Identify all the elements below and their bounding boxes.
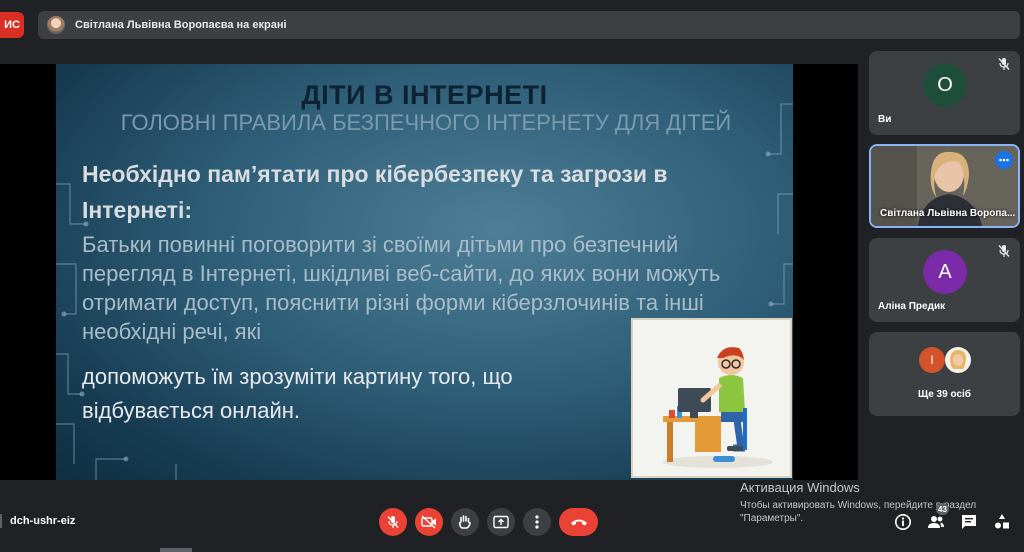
participant-tile-presenter[interactable]: Світлана Львівна Воропа... bbox=[869, 144, 1020, 228]
participant-name: Ви bbox=[878, 114, 892, 125]
boy-at-computer-illustration bbox=[631, 318, 792, 478]
more-options-icon[interactable] bbox=[995, 151, 1013, 169]
avatar bbox=[945, 347, 971, 373]
activities-icon[interactable] bbox=[993, 513, 1011, 531]
hang-up-button[interactable] bbox=[559, 508, 598, 536]
others-count-label: Ще 39 осіб bbox=[918, 389, 971, 400]
slide-conclusion-text: допоможуть їм зрозуміти картину того, що… bbox=[82, 364, 513, 423]
activation-text: Чтобы активировать Windows, перейдите в … bbox=[740, 500, 977, 524]
participant-tile-alina[interactable]: A Аліна Предик bbox=[869, 238, 1020, 322]
mic-off-icon bbox=[998, 58, 1010, 70]
presenter-avatar bbox=[47, 16, 65, 34]
slide-intro-text: Необхідно пам’ятати про кібербезпеку та … bbox=[82, 161, 668, 223]
participant-tile-self[interactable]: О Ви bbox=[869, 51, 1020, 135]
avatar: І bbox=[919, 347, 945, 373]
info-icon[interactable] bbox=[894, 513, 912, 531]
present-screen-button[interactable] bbox=[487, 508, 515, 536]
avatar: A bbox=[923, 250, 967, 294]
mic-toggle-button[interactable] bbox=[379, 508, 407, 536]
presenting-banner: Світлана Львівна Воропаєва на екрані bbox=[38, 11, 1020, 39]
chat-icon[interactable] bbox=[960, 513, 978, 531]
meeting-code: dch-ushr-eiz bbox=[10, 515, 76, 527]
raise-hand-icon bbox=[458, 515, 471, 529]
participant-name: Світлана Львівна Воропа... bbox=[880, 208, 1016, 219]
others-tile[interactable]: І Ще 39 осіб bbox=[869, 332, 1020, 416]
recording-badge: ИС bbox=[0, 12, 24, 38]
raise-hand-button[interactable] bbox=[451, 508, 479, 536]
avatar: О bbox=[923, 63, 967, 107]
mic-off-icon bbox=[998, 245, 1010, 257]
camera-toggle-button[interactable] bbox=[415, 508, 443, 536]
participant-name: Аліна Предик bbox=[878, 301, 946, 312]
presentation-slide: ДІТИ В ІНТЕРНЕТІ ГОЛОВНІ ПРАВИЛА БЕЗПЕЧН… bbox=[56, 64, 793, 480]
slide-title: ДІТИ В ІНТЕРНЕТІ bbox=[301, 80, 548, 110]
activation-title: Активация Windows bbox=[740, 480, 860, 495]
presentation-stage: ДІТИ В ІНТЕРНЕТІ ГОЛОВНІ ПРАВИЛА БЕЗПЕЧН… bbox=[0, 64, 858, 480]
mic-off-icon bbox=[387, 516, 399, 528]
present-screen-icon bbox=[493, 515, 509, 529]
camera-off-icon bbox=[421, 515, 436, 529]
divider bbox=[0, 514, 2, 528]
slide-subtitle: ГОЛОВНІ ПРАВИЛА БЕЗПЕЧНОГО ІНТЕРНЕТУ ДЛЯ… bbox=[120, 110, 732, 135]
windows-activation-watermark: Активация Windows Чтобы активировать Win… bbox=[740, 480, 995, 525]
more-options-icon bbox=[535, 515, 539, 529]
hang-up-icon bbox=[570, 519, 587, 526]
scroll-indicator bbox=[160, 548, 192, 552]
more-options-button[interactable] bbox=[523, 508, 551, 536]
people-icon[interactable] bbox=[927, 513, 945, 531]
presenting-text: Світлана Львівна Воропаєва на екрані bbox=[75, 19, 287, 31]
